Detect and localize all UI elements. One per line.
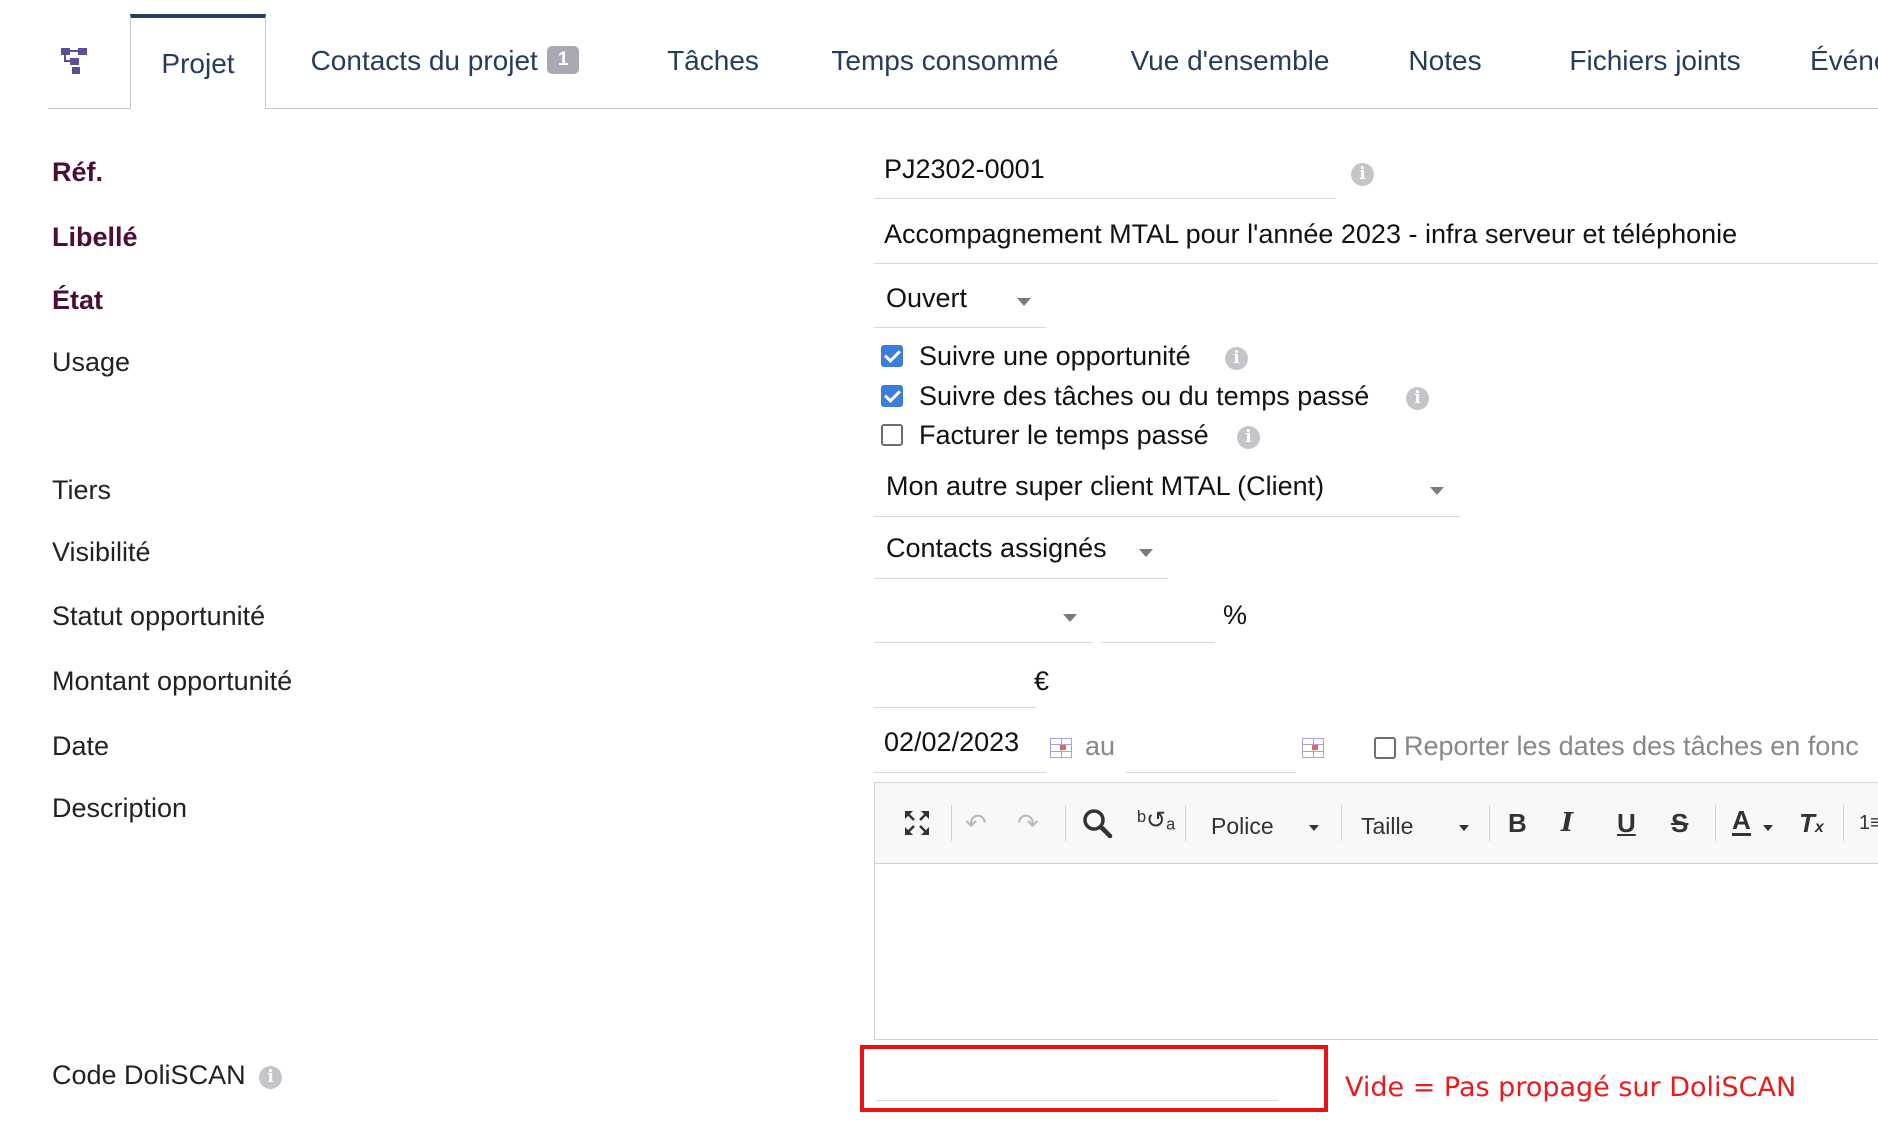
code-doliscan-note: Vide = Pas propagé sur DoliSCAN [1345, 1072, 1797, 1103]
calendar-icon[interactable] [1050, 738, 1072, 758]
tab-label: Fichiers joints [1569, 45, 1741, 76]
visibilite-selected-value: Contacts assignés [886, 533, 1107, 563]
tab-label: Contacts du projet [310, 45, 538, 76]
italic-icon[interactable]: I [1561, 807, 1573, 839]
info-icon: i [1351, 163, 1374, 186]
tab-label: Vue d'ensemble [1130, 45, 1330, 76]
info-icon: i [1225, 347, 1248, 370]
tab-contacts[interactable]: Contacts du projet 1 [280, 14, 610, 108]
ref-input[interactable]: PJ2302-0001 [874, 154, 1336, 199]
tab-taches[interactable]: Tâches [628, 14, 798, 108]
usage-facturer-checkbox[interactable] [881, 424, 903, 446]
underline-icon[interactable]: U [1617, 807, 1636, 839]
code-doliscan-input[interactable] [876, 1056, 1278, 1101]
chevron-down-icon [1063, 614, 1077, 622]
usage-facturer-label: Facturer le temps passé [919, 420, 1209, 450]
info-icon: i [1406, 387, 1429, 410]
tab-temps-consomme[interactable]: Temps consommé [800, 14, 1090, 108]
libelle-input[interactable]: Accompagnement MTAL pour l'année 2023 - … [874, 219, 1878, 264]
text-color-icon[interactable]: A [1732, 807, 1751, 836]
tab-vue-ensemble[interactable]: Vue d'ensemble [1090, 14, 1370, 108]
tab-fichiers-joints[interactable]: Fichiers joints [1520, 14, 1790, 108]
contacts-count-badge: 1 [546, 46, 580, 74]
usage-opportunite-checkbox[interactable] [881, 345, 903, 367]
font-combo-label: Police [1211, 813, 1274, 839]
date-label: Date [52, 731, 110, 761]
currency-symbol: € [1034, 666, 1050, 696]
tab-notes[interactable]: Notes [1370, 14, 1520, 108]
info-icon: i [259, 1066, 283, 1089]
usage-taches-checkbox[interactable] [881, 385, 903, 407]
tab-label: Événeme [1810, 45, 1878, 76]
report-dates-label: Reporter les dates des tâches en fonc [1404, 731, 1859, 761]
tab-evenements[interactable]: Événeme [1790, 14, 1878, 108]
tiers-selected-value: Mon autre super client MTAL (Client) [886, 471, 1325, 501]
libelle-label: Libellé [52, 222, 138, 252]
replace-icon[interactable]: ᵇ↺ₐ [1137, 805, 1175, 837]
search-icon[interactable] [1081, 807, 1113, 839]
usage-label: Usage [52, 347, 131, 377]
statut-opportunite-label: Statut opportunité [52, 601, 266, 631]
chevron-down-icon [1763, 825, 1773, 831]
tiers-select[interactable]: Mon autre super client MTAL (Client) [874, 471, 1460, 517]
code-doliscan-label-text: Code DoliSCAN [52, 1060, 246, 1090]
editor-content-area[interactable] [875, 863, 1878, 1039]
montant-opportunite-label: Montant opportunité [52, 666, 293, 696]
info-icon: i [1237, 426, 1260, 449]
remove-format-icon[interactable]: Tx [1799, 807, 1824, 844]
description-label: Description [52, 793, 188, 823]
bold-icon[interactable]: B [1508, 807, 1527, 839]
statut-opportunite-select[interactable] [874, 597, 1092, 643]
strikethrough-icon[interactable]: S [1671, 807, 1688, 839]
editor-toolbar: ↶ ↷ ᵇ↺ₐ Police Taille B I U S A Tx 1≡ [875, 783, 1878, 864]
calendar-icon[interactable] [1302, 738, 1324, 758]
maximize-icon[interactable] [903, 809, 931, 837]
etat-label: État [52, 285, 104, 315]
date-to-label: au [1085, 731, 1116, 761]
tab-label: Temps consommé [831, 45, 1059, 76]
undo-icon[interactable]: ↶ [965, 807, 987, 839]
tab-label: Tâches [667, 45, 759, 76]
tab-bar: Projet Contacts du projet 1 Tâches Temps … [48, 0, 1878, 109]
code-doliscan-label: Code DoliSCAN i [52, 1060, 283, 1091]
report-dates-checkbox[interactable] [1374, 737, 1396, 759]
percent-symbol: % [1223, 600, 1248, 630]
redo-icon[interactable]: ↷ [1017, 807, 1039, 839]
description-editor: ↶ ↷ ᵇ↺ₐ Police Taille B I U S A Tx 1≡ [874, 782, 1878, 1040]
visibilite-select[interactable]: Contacts assignés [874, 533, 1168, 579]
project-tree-icon[interactable] [58, 45, 98, 77]
ref-label: Réf. [52, 157, 104, 187]
tab-projet[interactable]: Projet [130, 14, 266, 109]
font-combo[interactable]: Police [1211, 813, 1274, 840]
chevron-down-icon [1139, 549, 1153, 557]
date-start-input[interactable]: 02/02/2023 [874, 727, 1046, 773]
chevron-down-icon [1017, 298, 1031, 306]
tab-label: Notes [1408, 45, 1482, 76]
chevron-down-icon [1309, 825, 1319, 831]
size-combo[interactable]: Taille [1361, 813, 1413, 840]
visibilite-label: Visibilité [52, 537, 151, 567]
opportunite-percent-input[interactable] [1101, 597, 1215, 643]
usage-taches-label: Suivre des tâches ou du temps passé [919, 381, 1370, 411]
size-combo-label: Taille [1361, 813, 1414, 839]
usage-opportunite-label: Suivre une opportunité [919, 341, 1191, 371]
montant-opportunite-input[interactable] [874, 662, 1036, 708]
etat-selected-value: Ouvert [886, 283, 968, 313]
numbered-list-icon[interactable]: 1≡ [1859, 807, 1878, 839]
date-end-input[interactable] [1126, 727, 1296, 773]
tab-label: Projet [161, 47, 235, 79]
chevron-down-icon [1459, 825, 1469, 831]
chevron-down-icon [1430, 487, 1444, 495]
tiers-label: Tiers [52, 475, 111, 505]
